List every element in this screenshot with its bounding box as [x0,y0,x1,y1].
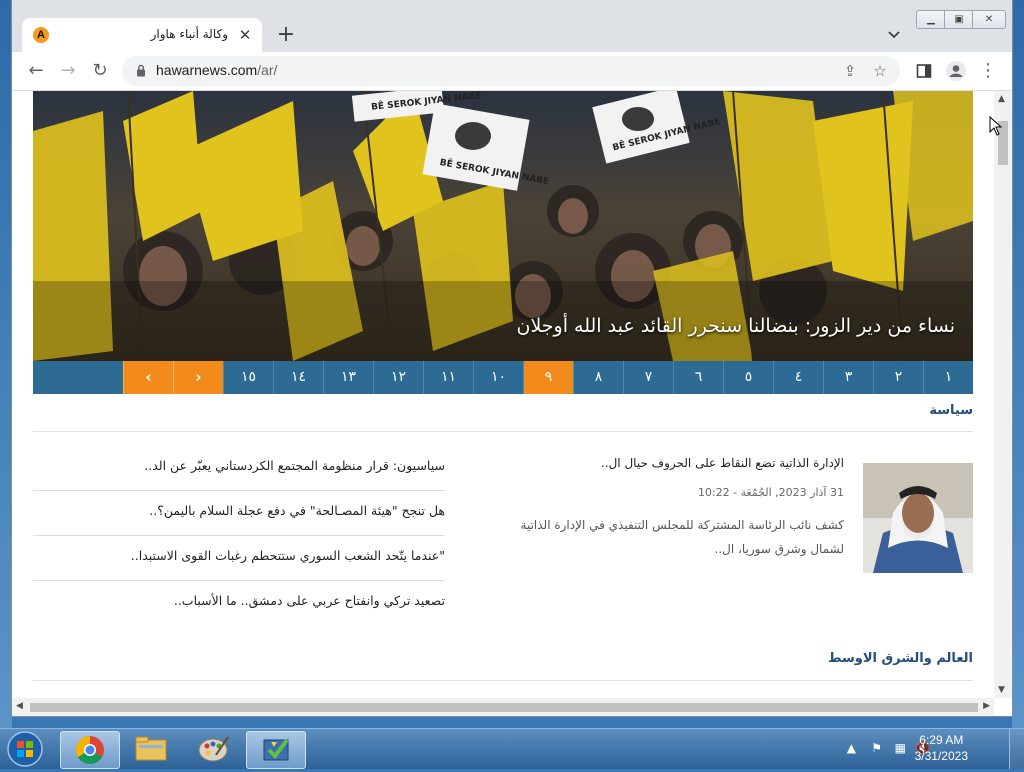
profile-avatar-icon[interactable] [946,61,966,81]
browser-tab[interactable]: A وكالة أنباء هاوار ✕ [22,18,262,52]
pager-page-button[interactable]: ٦ [673,361,723,394]
new-tab-icon[interactable]: + [274,24,298,48]
pager-page-button[interactable]: ١١ [423,361,473,394]
url-path: /ar/ [257,62,278,78]
pager-page-button[interactable]: ١٢ [373,361,423,394]
scrollbar-thumb[interactable] [30,703,978,712]
pager-page-button[interactable]: ٤ [773,361,823,394]
politics-headline-list: سياسيون: قرار منظومة المجتمع الكردستاني … [33,446,445,625]
pager-page-button[interactable]: ٨ [573,361,623,394]
security-check-icon [263,738,289,761]
window-maximize-button[interactable]: ▣ [944,10,974,29]
section-title-world[interactable]: العالم والشرق الاوسط [828,651,973,666]
tab-close-icon[interactable]: ✕ [234,24,256,46]
chrome-window: A وكالة أنباء هاوار ✕ + ▁ ▣ ✕ ← → ↻ hawa… [12,0,1012,716]
scroll-left-arrow-icon[interactable]: ◀ [16,701,23,711]
scroll-up-arrow-icon[interactable]: ▲ [998,94,1005,104]
bookmark-star-icon[interactable]: ☆ [870,61,890,81]
feature-article-image[interactable] [863,463,973,573]
slider-pager: ١ ٢ ٣ ٤ ٥ ٦ ٧ ٨ ٩ ١٠ ١١ ١٢ ١٣ ١٤ ١٥ › ‹ [33,361,973,394]
desktop-background-right [1012,0,1024,728]
side-panel-icon[interactable] [916,63,932,79]
hero-caption[interactable]: نساء من دير الزور: بنضالنا سنحرر القائد … [517,315,955,337]
taskbar-chrome-button[interactable] [60,731,120,769]
share-icon[interactable]: ⇪ [840,61,860,81]
feature-article-date: 31 آذار 2023, الجُمُعَة - 10:22 [697,486,844,499]
pager-page-button[interactable]: ١٣ [323,361,373,394]
lock-icon [137,64,145,77]
list-item[interactable]: هل تنجح "هيئة المصـالحة" في دفع عجلة الس… [33,491,445,536]
pager-page-button[interactable]: ١٠ [473,361,523,394]
folder-icon [135,736,167,761]
man-portrait-photo [863,463,973,573]
feature-article-title[interactable]: الإدارة الذاتية تضع النقاط على الحروف حي… [524,456,844,470]
pager-page-button[interactable]: ١٥ [223,361,273,394]
chrome-icon [76,736,104,764]
section-divider [33,431,973,432]
feature-article-summary: كشف نائب الرئاسة المشتركة للمجلس التنفيذ… [520,518,844,556]
back-arrow-icon[interactable]: ← [24,59,48,83]
horizontal-scrollbar[interactable]: ◀ ▶ [12,698,994,716]
pager-page-button[interactable]: ٢ [873,361,923,394]
site-favicon-icon: A [33,27,49,43]
pager-page-button[interactable]: ١ [923,361,973,394]
taskbar-security-app-button[interactable] [246,731,306,769]
mouse-cursor-icon [989,116,1003,136]
taskbar-paint-button[interactable] [184,731,242,767]
section-title-politics[interactable]: سياسة [929,403,973,418]
taskbar-explorer-button[interactable] [122,731,180,767]
page-viewport: BÊ SEROK JIYAN NABE BÊ SEROK JIYAN NABE … [12,91,994,698]
paint-palette-icon [198,736,229,762]
window-minimize-button[interactable]: ▁ [916,10,946,29]
browser-toolbar: ← → ↻ hawarnews.com/ar/ ⇪ ☆ ⋮ [12,52,1012,91]
vertical-scrollbar[interactable]: ▲ ▼ [994,91,1012,698]
taskbar-clock[interactable]: 6:29 AM 3/31/2023 [915,732,968,764]
forward-arrow-icon[interactable]: → [56,59,80,83]
list-item[interactable]: تصعيد تركي وانفتاح عربي على دمشق.. ما ال… [33,581,445,625]
section-divider [33,680,973,681]
tab-search-chevron-icon[interactable] [886,26,902,42]
tray-expand-icon[interactable]: ▲ [847,741,856,755]
address-bar[interactable]: hawarnews.com/ar/ ⇪ ☆ [122,56,900,86]
tray-flag-icon[interactable]: ⚑ [871,741,882,755]
tab-title: وكالة أنباء هاوار [150,27,228,41]
url-text: hawarnews.com/ar/ [156,62,277,78]
kebab-menu-icon[interactable]: ⋮ [976,59,1000,83]
pager-prev-button[interactable]: ‹ [123,361,173,394]
pager-page-button[interactable]: ٩ [523,361,573,394]
list-item[interactable]: سياسيون: قرار منظومة المجتمع الكردستاني … [33,446,445,491]
scroll-down-arrow-icon[interactable]: ▼ [998,685,1005,695]
tab-strip: A وكالة أنباء هاوار ✕ + ▁ ▣ ✕ [12,0,1012,52]
windows-taskbar: ▲ ⚑ ▦ 🔇 6:29 AM 3/31/2023 [0,728,1024,769]
clock-date: 3/31/2023 [914,749,968,763]
desktop-background-left [0,0,12,728]
tray-network-icon[interactable]: ▦ [895,741,906,755]
url-host: hawarnews.com [156,62,258,78]
hero-slider-image[interactable]: BÊ SEROK JIYAN NABE BÊ SEROK JIYAN NABE … [33,91,973,361]
pager-page-button[interactable]: ٥ [723,361,773,394]
clock-time: 6:29 AM [919,733,964,747]
window-close-button[interactable]: ✕ [972,10,1006,29]
list-item[interactable]: "عندما يتّحد الشعب السوري ستتحطم رغبات ا… [33,536,445,581]
show-desktop-button[interactable] [1009,729,1024,769]
scroll-right-arrow-icon[interactable]: ▶ [983,701,990,711]
pager-page-button[interactable]: ١٤ [273,361,323,394]
pager-page-button[interactable]: ٧ [623,361,673,394]
reload-icon[interactable]: ↻ [88,59,112,83]
start-button-icon[interactable] [4,730,46,768]
pager-next-button[interactable]: › [173,361,223,394]
pager-page-button[interactable]: ٣ [823,361,873,394]
